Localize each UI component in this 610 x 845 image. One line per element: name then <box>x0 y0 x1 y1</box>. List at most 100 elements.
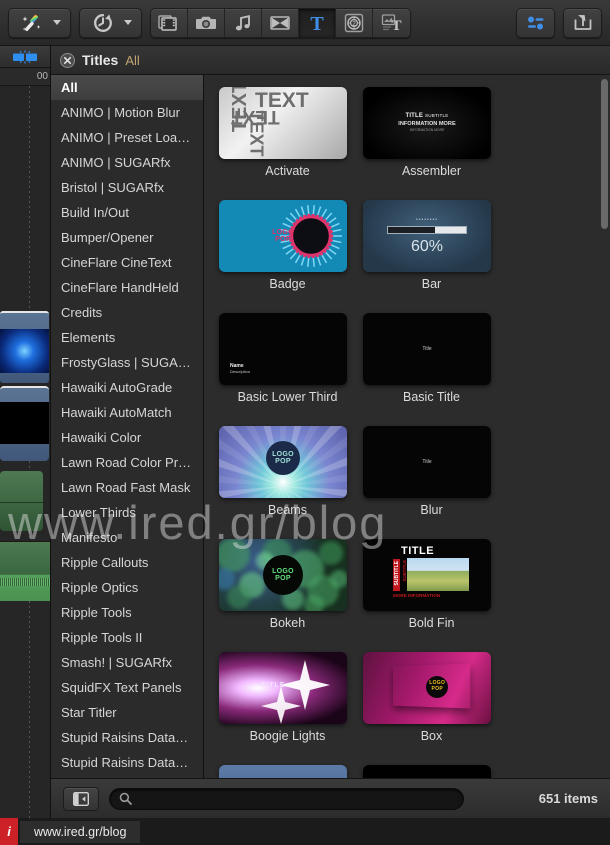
sidebar-item-ripple-optics[interactable]: Ripple Optics <box>51 575 203 600</box>
timeline-audio-clip[interactable] <box>0 541 50 601</box>
thumbnail-basic-lower-third[interactable]: Name Description <box>219 313 347 385</box>
category-sidebar[interactable]: All ANIMO | Motion Blur ANIMO | Preset Loa… <box>51 75 204 778</box>
title-tile[interactable]: LOGO POP Bokeh <box>219 539 356 630</box>
timeline-clip[interactable] <box>0 386 49 461</box>
sidebar-item-animo-motion-blur[interactable]: ANIMO | Motion Blur <box>51 100 203 125</box>
timeline-ruler: 00 <box>0 68 50 86</box>
browser-subtitle: All <box>125 52 140 68</box>
share-button[interactable] <box>564 9 601 37</box>
svg-text:2: 2 <box>352 20 356 27</box>
title-grid-container[interactable]: TEXT TEXT TEXT TEXT Activate TITLE SUBTITLE IN… <box>204 75 610 778</box>
thumbnail-badge[interactable]: LOGO POP <box>219 200 347 272</box>
sidebar-item-cineflare-handheld[interactable]: CineFlare HandHeld <box>51 275 203 300</box>
thumbnail-blur[interactable]: Title <box>363 426 491 498</box>
title-tile-label: Blur <box>420 503 443 517</box>
sidebar-item-ripple-tools[interactable]: Ripple Tools <box>51 600 203 625</box>
sidebar-item-lower-thirds[interactable]: Lower Thirds <box>51 500 203 525</box>
thumbnail-bar[interactable]: •••••••• 60% <box>363 200 491 272</box>
thumbnail-partial[interactable] <box>363 765 491 778</box>
audio-waveform <box>0 578 50 586</box>
title-tile[interactable]: LOGO POP Beams <box>219 426 356 517</box>
thumbnail-partial[interactable] <box>219 765 347 778</box>
tab-titles[interactable]: T <box>299 8 336 37</box>
sidebar-toggle-button[interactable] <box>63 786 99 811</box>
title-tile[interactable]: TITLE SUBTITLE SUBTITLE MORE INFORMATION Bol… <box>363 539 500 630</box>
title-tile[interactable]: LOGO POP Badge <box>219 200 356 291</box>
bokeh-circle <box>304 595 324 611</box>
sidebar-item-manifesto[interactable]: Manifesto <box>51 525 203 550</box>
sidebar-item-build-in-out[interactable]: Build In/Out <box>51 200 203 225</box>
title-tile[interactable]: TITLE SUBTITLE INFORMATION MORE INFORMATIO… <box>363 87 500 178</box>
title-tile[interactable]: Name Description Basic Lower Third <box>219 313 356 404</box>
thumbnail-assembler[interactable]: TITLE SUBTITLE INFORMATION MORE INFORMATIO… <box>363 87 491 159</box>
title-tile-partial[interactable] <box>219 765 356 778</box>
grid-scrollbar-thumb[interactable] <box>601 79 608 229</box>
title-tile[interactable]: Title Basic Title <box>363 313 500 404</box>
thumbnail-activate[interactable]: TEXT TEXT TEXT TEXT <box>219 87 347 159</box>
sidebar-item-lawn-road-color-pr[interactable]: Lawn Road Color Pr… <box>51 450 203 475</box>
thumbnail-box[interactable]: LOGO POP <box>363 652 491 724</box>
tab-photos[interactable] <box>188 8 225 37</box>
inspector-button[interactable] <box>517 9 554 37</box>
search-input[interactable] <box>138 791 454 806</box>
sidebar-item-all[interactable]: All <box>51 75 203 100</box>
tab-themes[interactable]: T <box>373 9 410 37</box>
bokeh-circle <box>330 570 347 588</box>
main-toolbar: T 2 T <box>0 0 610 46</box>
sidebar-item-bristol-sugarfx[interactable]: Bristol | SUGARfx <box>51 175 203 200</box>
tab-music[interactable] <box>225 8 262 37</box>
enhancement-button[interactable] <box>9 9 55 37</box>
svg-text:T: T <box>310 13 324 34</box>
browser-tab-group: T 2 T <box>150 7 411 38</box>
close-circle-icon[interactable] <box>60 52 75 68</box>
title-tile[interactable]: Title Blur <box>363 426 500 517</box>
thumbnail-bokeh[interactable]: LOGO POP <box>219 539 347 611</box>
search-field[interactable] <box>109 787 464 810</box>
title-tile-partial[interactable] <box>363 765 500 778</box>
enhancement-tool-group <box>8 7 71 38</box>
title-tile-label: Basic Title <box>403 390 460 404</box>
browser-body: All ANIMO | Motion Blur ANIMO | Preset Loa… <box>51 75 610 778</box>
sidebar-item-hawaiki-automatch[interactable]: Hawaiki AutoMatch <box>51 400 203 425</box>
grid-scrollbar[interactable] <box>601 79 608 774</box>
thumbnail-bold-fin[interactable]: TITLE SUBTITLE SUBTITLE MORE INFORMATION <box>363 539 491 611</box>
retime-button[interactable] <box>80 9 126 37</box>
thumbnail-basic-title[interactable]: Title <box>363 313 491 385</box>
sidebar-item-ripple-tools-ii[interactable]: Ripple Tools II <box>51 625 203 650</box>
bokeh-circle <box>227 585 251 609</box>
share-group <box>563 7 602 38</box>
title-tile[interactable]: TEXT TEXT TEXT TEXT Activate <box>219 87 356 178</box>
sidebar-item-smash-sugarfx[interactable]: Smash! | SUGARfx <box>51 650 203 675</box>
timeline-strip[interactable]: 00 <box>0 46 51 818</box>
title-tile[interactable]: LOGO POP Box <box>363 652 500 743</box>
sidebar-item-stupid-raisins-data[interactable]: Stupid Raisins Data… <box>51 725 203 750</box>
sidebar-item-hawaiki-color[interactable]: Hawaiki Color <box>51 425 203 450</box>
title-tile-label: Basic Lower Third <box>237 390 338 404</box>
tab-generators[interactable]: 2 <box>336 8 373 37</box>
inspector-group <box>516 7 555 38</box>
title-tile-label: Badge <box>269 277 306 291</box>
timeline-tracks[interactable] <box>0 86 50 818</box>
timeline-audio-clip[interactable] <box>0 471 43 531</box>
sidebar-item-ripple-callouts[interactable]: Ripple Callouts <box>51 550 203 575</box>
tab-photos-and-video[interactable] <box>151 8 188 37</box>
thumbnail-beams[interactable]: LOGO POP <box>219 426 347 498</box>
sidebar-item-elements[interactable]: Elements <box>51 325 203 350</box>
sidebar-item-lawn-road-fast-mask[interactable]: Lawn Road Fast Mask <box>51 475 203 500</box>
title-tile[interactable]: •••••••• 60% Bar <box>363 200 500 291</box>
title-tile[interactable]: TITLE Boogie Lights <box>219 652 356 743</box>
sidebar-item-stupid-raisins-data[interactable]: Stupid Raisins Data… <box>51 750 203 775</box>
tab-transitions[interactable] <box>262 8 299 37</box>
sidebar-item-bumper-opener[interactable]: Bumper/Opener <box>51 225 203 250</box>
thumbnail-boogie-lights[interactable]: TITLE <box>219 652 347 724</box>
sidebar-item-cineflare-cinetext[interactable]: CineFlare CineText <box>51 250 203 275</box>
sidebar-item-frostyglass-suga[interactable]: FrostyGlass | SUGA… <box>51 350 203 375</box>
timeline-clip-thumbnail[interactable] <box>0 329 49 373</box>
sidebar-item-star-titler[interactable]: Star Titler <box>51 700 203 725</box>
sidebar-item-hawaiki-autograde[interactable]: Hawaiki AutoGrade <box>51 375 203 400</box>
sidebar-item-animo-preset-loa[interactable]: ANIMO | Preset Loa… <box>51 125 203 150</box>
sidebar-item-squidfx-text-panels[interactable]: SquidFX Text Panels <box>51 675 203 700</box>
sidebar-item-animo-sugarfx[interactable]: ANIMO | SUGARfx <box>51 150 203 175</box>
sidebar-item-credits[interactable]: Credits <box>51 300 203 325</box>
title-tile-label: Bold Fin <box>408 616 455 630</box>
